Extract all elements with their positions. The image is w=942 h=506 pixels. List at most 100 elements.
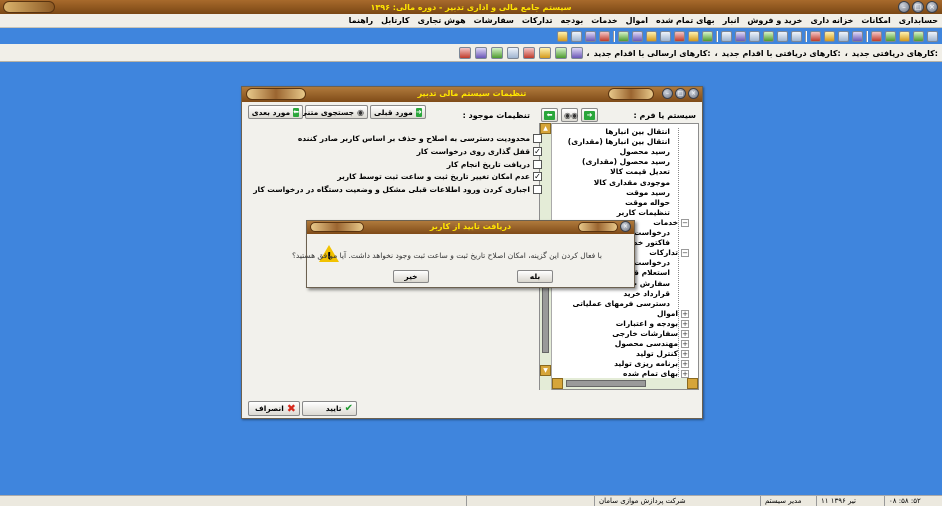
export-icon[interactable] (688, 30, 699, 42)
window-icon[interactable] (660, 30, 671, 42)
form-icon[interactable] (735, 30, 746, 42)
tree-item[interactable]: موجودی مقداری کالا (594, 178, 670, 187)
menu-help[interactable]: راهنما (349, 16, 374, 25)
confirm-button[interactable]: ✔ تایید (302, 401, 357, 416)
setting-option[interactable]: دریافت تاریخ انجام کار (447, 159, 542, 169)
tree-expander-icon[interactable]: + (681, 319, 689, 328)
no-button[interactable]: خیر (393, 270, 429, 283)
scroll-down-icon[interactable]: ▼ (540, 365, 551, 376)
menu-cartable[interactable]: کارتابل (381, 16, 409, 25)
tree-item[interactable]: درخواست (634, 228, 670, 237)
calculator-icon[interactable] (585, 30, 596, 42)
next-item-button[interactable]: ⬅ مورد بعدی (248, 105, 303, 119)
help-icon[interactable] (557, 30, 568, 42)
diamond-icon[interactable] (646, 30, 657, 42)
outbox-icon[interactable] (538, 47, 551, 59)
archive-icon[interactable] (824, 30, 835, 42)
tree-item[interactable]: تدارکات (649, 248, 678, 257)
scroll-up-icon[interactable]: ▲ (540, 123, 551, 134)
maximize-icon[interactable]: □ (675, 88, 686, 99)
setting-option[interactable]: ✓ قفل گذاری روی درخواست کار (417, 146, 542, 156)
note-icon[interactable] (506, 47, 519, 59)
tree-item[interactable]: قرارداد خرید (623, 289, 670, 298)
tree-item[interactable]: حواله موقت (625, 198, 670, 207)
tree-prev-button[interactable]: ⬅ (541, 108, 558, 122)
tree-item[interactable]: رسید موقت (626, 188, 670, 197)
menu-cost-price[interactable]: بهای تمام شده (656, 16, 715, 25)
checkbox[interactable]: ✓ (533, 172, 542, 182)
flag-icon[interactable] (522, 47, 535, 59)
settings-dialog-title-bar[interactable]: تنظیمات سیستم مالی تدبیر – □ × (242, 87, 702, 102)
menu-assets[interactable]: اموال (626, 16, 648, 25)
tree-expander-icon[interactable]: + (681, 340, 689, 349)
tree-item[interactable]: برنامه ریزی تولید (614, 359, 678, 368)
menu-treasury[interactable]: خزانه داری (810, 16, 853, 25)
tree-item[interactable]: مهندسی محصول (615, 339, 678, 348)
scroll-left-icon[interactable] (552, 378, 563, 389)
folder-icon[interactable] (899, 30, 910, 42)
tasks-icon[interactable] (490, 47, 503, 59)
scroll-right-icon[interactable] (687, 378, 698, 389)
scroll-thumb[interactable] (566, 380, 646, 387)
tree-item[interactable]: دسترسی فرمهای عملیاتی (573, 299, 671, 308)
minimize-icon[interactable]: – (898, 1, 910, 13)
tree-item[interactable]: رسید محصول (مقداری) (582, 157, 670, 166)
received-action-label[interactable]: کارهای دریافتی با اقدام جدید: (722, 49, 841, 58)
minimize-icon[interactable]: – (662, 88, 673, 99)
table-icon[interactable] (763, 30, 774, 42)
cancel-button[interactable]: ✖ انصراف (248, 401, 300, 416)
prev-item-button[interactable]: ➜ مورد قبلی (370, 105, 426, 119)
received-new-label[interactable]: کارهای دریافتی جدید: (852, 49, 938, 58)
sent-action-label[interactable]: کارهای ارسالی با اقدام جدید: (594, 49, 711, 58)
refresh-icon[interactable] (570, 47, 583, 59)
checkbox[interactable] (533, 185, 542, 195)
menu-orders[interactable]: سفارشات (474, 16, 514, 25)
grid-icon[interactable] (927, 30, 938, 42)
menu-procurement[interactable]: تدارکات (522, 16, 553, 25)
tree-horizontal-scrollbar[interactable] (552, 378, 698, 389)
text-search-button[interactable]: ◉ جستجوی متنی (300, 105, 368, 119)
tree-search-button[interactable]: ◉◉ (561, 108, 578, 122)
menu-facilities[interactable]: امکانات (861, 16, 890, 25)
calendar-icon[interactable] (791, 30, 802, 42)
tree-item[interactable]: تنظیمات کاربر (617, 208, 670, 217)
close-icon[interactable]: × (620, 221, 631, 232)
tree-item[interactable]: تعدیل قیمت کالا (610, 167, 670, 176)
tree-item[interactable]: درخواست (634, 258, 670, 267)
tree-expander-icon[interactable]: − (681, 218, 689, 227)
import-icon[interactable] (702, 30, 713, 42)
setting-option[interactable]: محدودیت دسترسی به اصلاح و حذف بر اساس کا… (298, 134, 542, 143)
tree-expander-icon[interactable]: − (681, 249, 689, 258)
inbox-icon[interactable] (554, 47, 567, 59)
menu-warehouse[interactable]: انبار (723, 16, 740, 25)
tree-icon[interactable] (885, 30, 896, 42)
list-icon[interactable] (777, 30, 788, 42)
chart-icon[interactable] (913, 30, 924, 42)
menu-accounting[interactable]: حسابداری (899, 16, 938, 25)
sheet-icon[interactable] (749, 30, 760, 42)
yes-button[interactable]: بله (517, 270, 553, 283)
tree-item[interactable]: رسید محصول (620, 147, 670, 156)
confirm-dialog-title-bar[interactable]: دریافت تایید از کاربر × (307, 221, 634, 234)
menu-services[interactable]: خدمات (591, 16, 617, 25)
checkbox[interactable] (533, 159, 542, 169)
tree-item[interactable]: بودجه و اعتبارات (616, 319, 678, 328)
tree-item[interactable]: خدمات (653, 218, 678, 227)
users-icon[interactable] (810, 30, 821, 42)
tree-item[interactable]: انتقال بین انبارها (605, 127, 670, 136)
key-icon[interactable] (458, 47, 471, 59)
sync-icon[interactable] (632, 30, 643, 42)
tree-expander-icon[interactable]: + (681, 360, 689, 369)
tree-expander-icon[interactable]: + (681, 309, 689, 318)
setting-option[interactable]: ✓ عدم امکان تغییر تاریخ ثبت و ساعت ثبت تو… (337, 172, 542, 182)
settings-icon[interactable] (852, 30, 863, 42)
tree-item[interactable]: کنترل تولید (636, 349, 678, 358)
menu-business-intelligence[interactable]: هوش تجاری (418, 16, 466, 25)
bookmark-icon[interactable] (599, 30, 610, 42)
tree-item[interactable]: سفارشات خارجی (612, 329, 678, 338)
checkbox[interactable]: ✓ (533, 146, 542, 156)
tree-expander-icon[interactable]: + (681, 330, 689, 338)
menu-budget[interactable]: بودجه (561, 16, 584, 25)
report-icon[interactable] (871, 30, 882, 42)
maximize-icon[interactable]: □ (912, 1, 924, 13)
